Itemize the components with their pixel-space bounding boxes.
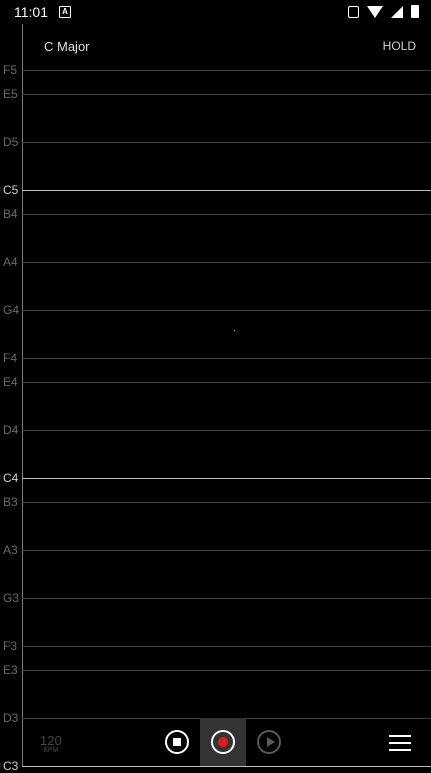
note-label-c5: C5 <box>3 183 19 197</box>
note-label-a3: A3 <box>3 543 18 557</box>
staff-line-d5 <box>22 142 431 143</box>
staff-line-c4 <box>22 478 431 479</box>
battery-icon <box>411 5 419 18</box>
staff-line-e4 <box>22 382 431 383</box>
wifi-icon <box>367 5 383 18</box>
note-label-g3: G3 <box>3 591 20 605</box>
staff-line-g4 <box>22 310 431 311</box>
note-label-e5: E5 <box>3 87 18 101</box>
vibrate-icon <box>348 5 359 18</box>
staff-line-f3 <box>22 646 431 647</box>
staff-line-c3 <box>22 766 431 767</box>
note-label-f5: F5 <box>3 63 18 77</box>
staff-line-d4 <box>22 430 431 431</box>
staff-line-b3 <box>22 502 431 503</box>
note-label-f4: F4 <box>3 351 18 365</box>
key-selector[interactable]: C Major <box>44 39 90 54</box>
bpm-value: 120 <box>40 733 62 748</box>
note-label-e4: E4 <box>3 375 18 389</box>
status-bar: 11:01 A <box>0 0 431 24</box>
pitch-staff[interactable]: G5F5E5D5C5B4A4G4F4E4D4C4B3A3G3F3E3D3C3 <box>0 0 431 772</box>
pitch-indicator <box>234 330 235 331</box>
note-label-b3: B3 <box>3 495 18 509</box>
note-label-d4: D4 <box>3 423 19 437</box>
notification-icon: A <box>59 6 71 18</box>
bpm-unit: BPM <box>43 747 59 754</box>
staff-line-a3 <box>22 550 431 551</box>
staff-line-f5 <box>22 70 431 71</box>
staff-line-c5 <box>22 190 431 191</box>
bpm-display[interactable]: 120 BPM <box>40 733 62 754</box>
note-label-c4: C4 <box>3 471 19 485</box>
staff-line-b4 <box>22 214 431 215</box>
status-time: 11:01 <box>14 4 48 20</box>
bottom-toolbar: 120 BPM <box>0 718 431 766</box>
signal-icon <box>391 5 403 18</box>
staff-line-a4 <box>22 262 431 263</box>
play-button[interactable] <box>257 730 281 754</box>
record-button[interactable] <box>211 730 235 754</box>
note-label-a4: A4 <box>3 255 18 269</box>
note-label-f3: F3 <box>3 639 18 653</box>
note-label-d5: D5 <box>3 135 19 149</box>
note-label-b4: B4 <box>3 207 18 221</box>
hold-button[interactable]: HOLD <box>383 39 416 53</box>
stop-button[interactable] <box>165 730 189 754</box>
staff-line-f4 <box>22 358 431 359</box>
note-label-e3: E3 <box>3 663 18 677</box>
staff-line-e3 <box>22 670 431 671</box>
staff-left-border <box>22 0 23 766</box>
staff-line-g3 <box>22 598 431 599</box>
note-label-g4: G4 <box>3 303 20 317</box>
staff-line-e5 <box>22 94 431 95</box>
menu-icon[interactable] <box>389 735 411 751</box>
